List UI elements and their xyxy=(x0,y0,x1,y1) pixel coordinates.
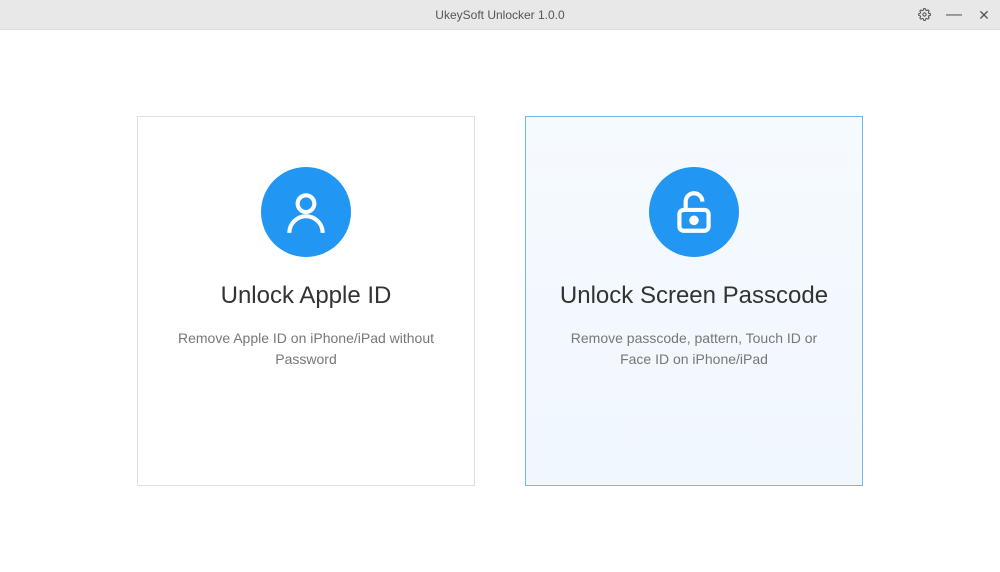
unlock-apple-id-card[interactable]: Unlock Apple ID Remove Apple ID on iPhon… xyxy=(137,116,475,486)
window-title: UkeySoft Unlocker 1.0.0 xyxy=(435,8,564,22)
minimize-icon[interactable]: — xyxy=(946,7,962,23)
card-description: Remove passcode, pattern, Touch ID or Fa… xyxy=(546,328,842,370)
main-content: Unlock Apple ID Remove Apple ID on iPhon… xyxy=(0,30,1000,572)
window-controls: — ✕ xyxy=(916,7,992,23)
titlebar: UkeySoft Unlocker 1.0.0 — ✕ xyxy=(0,0,1000,30)
settings-icon[interactable] xyxy=(916,7,932,23)
card-description: Remove Apple ID on iPhone/iPad without P… xyxy=(158,328,454,370)
card-title: Unlock Screen Passcode xyxy=(560,282,828,310)
close-icon[interactable]: ✕ xyxy=(976,7,992,23)
person-icon xyxy=(261,167,351,257)
unlock-screen-passcode-card[interactable]: Unlock Screen Passcode Remove passcode, … xyxy=(525,116,863,486)
unlock-icon xyxy=(649,167,739,257)
card-title: Unlock Apple ID xyxy=(221,282,392,310)
